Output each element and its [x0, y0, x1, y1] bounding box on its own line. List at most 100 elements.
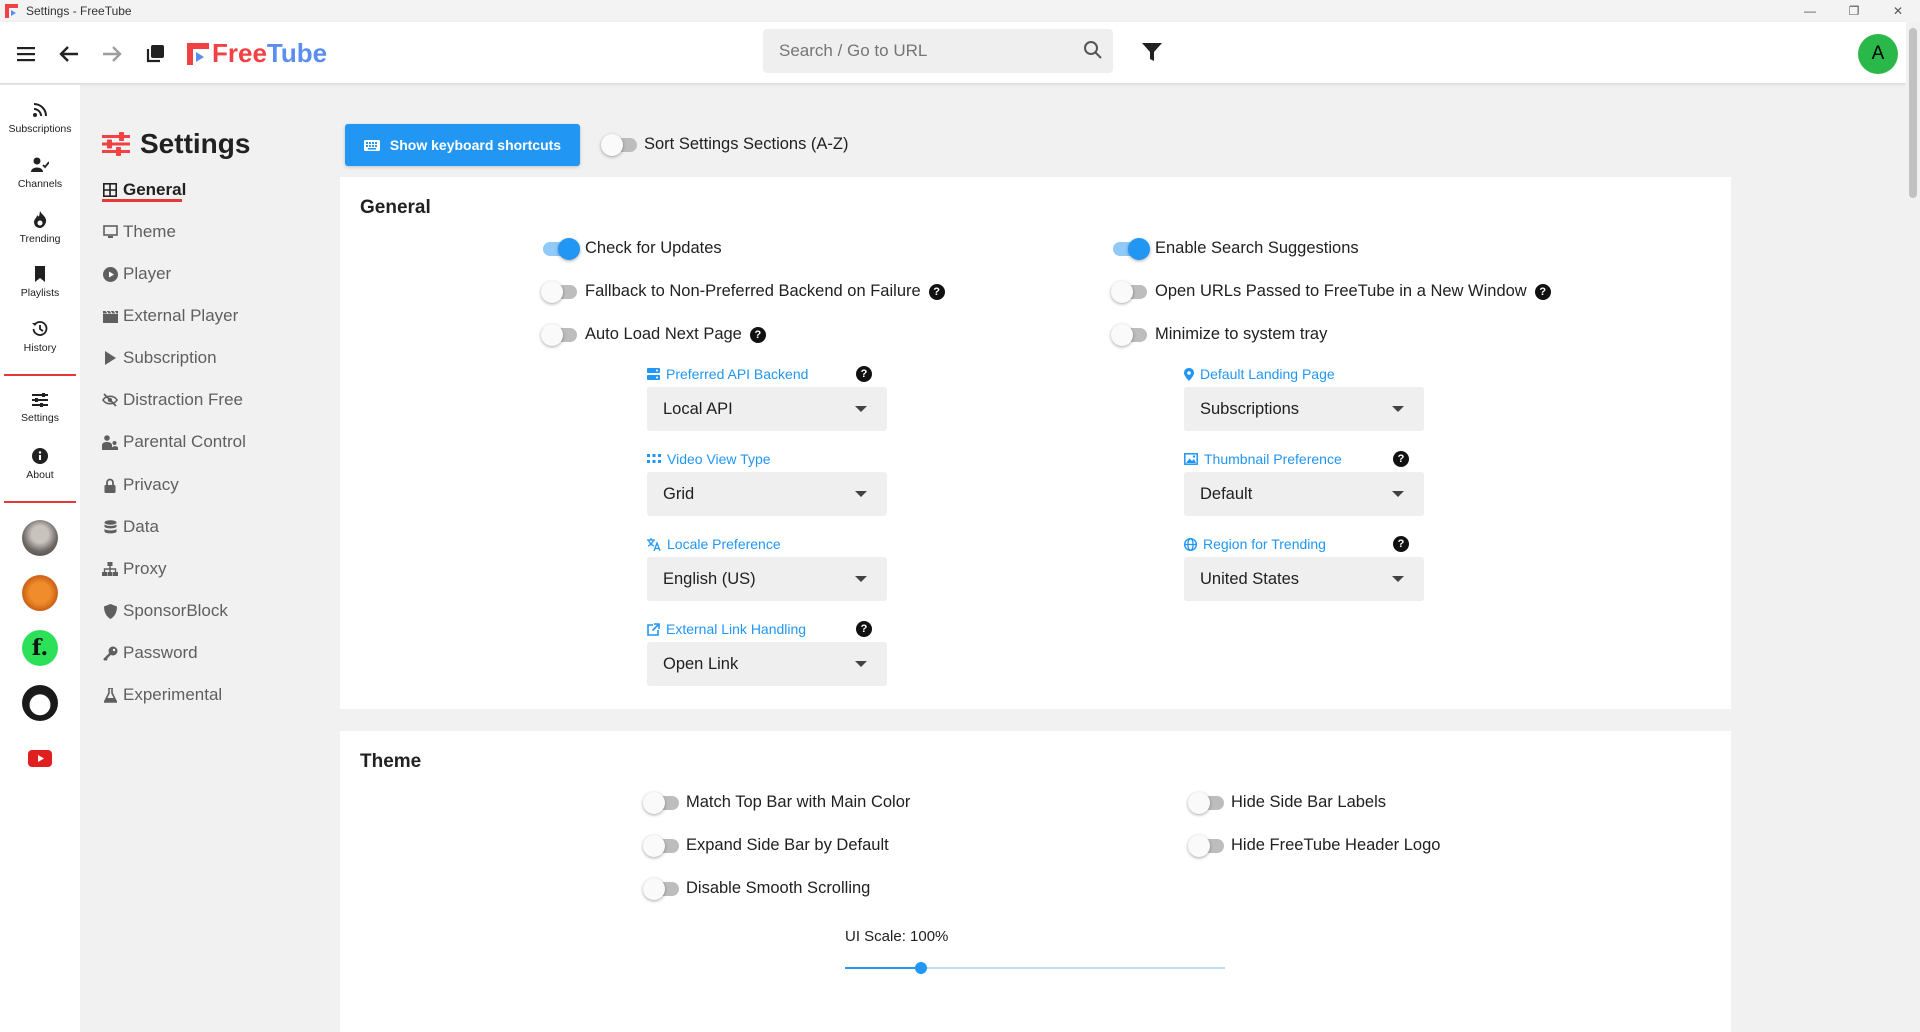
- check-for-updates-toggle[interactable]: [543, 238, 580, 260]
- active-section-underline: [102, 199, 182, 202]
- channel-avatar[interactable]: [22, 575, 58, 611]
- window-title: Settings - FreeTube: [26, 4, 132, 18]
- auto-load-next-page-toggle[interactable]: [541, 324, 577, 346]
- filter-icon[interactable]: [1140, 40, 1164, 64]
- settings-menu-theme[interactable]: Theme: [102, 220, 176, 244]
- chevron-down-icon: [1392, 406, 1404, 412]
- sidebar-divider: [4, 374, 76, 376]
- disable-smooth-scrolling-label: Disable Smooth Scrolling: [686, 879, 871, 897]
- fallback-backend-label: Fallback to Non-Preferred Backend on Fai…: [585, 282, 945, 301]
- settings-sliders-icon: [102, 132, 130, 156]
- toggle-knob: [1111, 281, 1133, 303]
- help-icon[interactable]: ?: [1393, 536, 1409, 552]
- sidebar-item-about[interactable]: About: [0, 448, 80, 500]
- page-scrollbar[interactable]: [1906, 22, 1920, 1032]
- thumbnail-preference-select[interactable]: Default: [1184, 472, 1424, 516]
- general-section-title: General: [360, 197, 431, 218]
- new-window-icon[interactable]: [141, 40, 169, 68]
- rss-icon: [33, 103, 47, 117]
- hide-side-bar-labels-toggle[interactable]: [1188, 792, 1224, 814]
- sort-sections-toggle[interactable]: [601, 134, 637, 156]
- show-keyboard-shortcuts-button[interactable]: Show keyboard shortcuts: [345, 124, 580, 166]
- network-icon: [102, 561, 118, 577]
- settings-menu-proxy[interactable]: Proxy: [102, 557, 166, 581]
- default-landing-page-select[interactable]: Subscriptions: [1184, 387, 1424, 431]
- help-icon[interactable]: ?: [1393, 451, 1409, 467]
- clapperboard-icon: [102, 308, 118, 324]
- channel-avatar[interactable]: [22, 520, 58, 556]
- search-placeholder: Search / Go to URL: [779, 41, 928, 60]
- sidebar-item-channels[interactable]: Channels: [0, 157, 80, 209]
- sidebar-item-playlists[interactable]: Playlists: [0, 266, 80, 318]
- flask-icon: [102, 687, 118, 703]
- sidebar-item-subscriptions[interactable]: Subscriptions: [0, 102, 80, 154]
- help-icon[interactable]: ?: [856, 366, 872, 382]
- minimize-icon[interactable]: —: [1788, 0, 1832, 22]
- select-value: Grid: [663, 484, 695, 503]
- video-view-type-select[interactable]: Grid: [647, 472, 887, 516]
- hide-header-logo-toggle[interactable]: [1188, 835, 1224, 857]
- settings-menu-sponsorblock[interactable]: SponsorBlock: [102, 599, 228, 623]
- settings-menu-password[interactable]: Password: [102, 641, 198, 665]
- sort-sections-label: Sort Settings Sections (A-Z): [644, 135, 849, 153]
- window-titlebar: Settings - FreeTube — ❐ ✕: [0, 0, 1920, 22]
- settings-menu-data[interactable]: Data: [102, 515, 159, 539]
- forward-arrow-icon[interactable]: [98, 40, 126, 68]
- user-check-icon: [31, 157, 49, 172]
- disable-smooth-scrolling-toggle[interactable]: [643, 878, 679, 900]
- region-for-trending-select[interactable]: United States: [1184, 557, 1424, 601]
- settings-menu-parental-control[interactable]: Parental Control: [102, 430, 246, 454]
- settings-menu-distraction-free[interactable]: Distraction Free: [102, 388, 243, 412]
- settings-menu-subscription[interactable]: Subscription: [102, 346, 217, 370]
- video-view-type-text: Video View Type: [667, 451, 771, 467]
- settings-menu-experimental[interactable]: Experimental: [102, 683, 222, 707]
- ui-scale-slider[interactable]: [845, 962, 1225, 974]
- match-top-bar-toggle[interactable]: [643, 792, 679, 814]
- back-arrow-icon[interactable]: [55, 40, 83, 68]
- help-icon[interactable]: ?: [1534, 283, 1551, 300]
- sidebar-item-settings[interactable]: Settings: [0, 393, 80, 445]
- close-icon[interactable]: ✕: [1876, 0, 1920, 22]
- select-value: United States: [1200, 569, 1300, 588]
- freetube-logo[interactable]: Free Tube: [186, 38, 327, 69]
- select-value: Subscriptions: [1200, 399, 1300, 418]
- sidebar-item-trending[interactable]: Trending: [0, 211, 80, 263]
- restore-icon[interactable]: ❐: [1832, 0, 1876, 22]
- settings-menu-privacy[interactable]: Privacy: [102, 473, 179, 497]
- expand-side-bar-toggle[interactable]: [643, 835, 679, 857]
- help-icon[interactable]: ?: [749, 326, 766, 343]
- match-top-bar-label: Match Top Bar with Main Color: [686, 793, 911, 811]
- open-urls-new-window-toggle[interactable]: [1111, 281, 1147, 303]
- enable-search-suggestions-toggle[interactable]: [1113, 238, 1150, 260]
- help-icon[interactable]: ?: [928, 283, 945, 300]
- play-icon: [102, 350, 118, 366]
- sidebar-item-history[interactable]: History: [0, 321, 80, 373]
- fallback-backend-toggle[interactable]: [541, 281, 577, 303]
- chevron-down-icon: [1392, 491, 1404, 497]
- globe-icon: [1184, 537, 1197, 551]
- settings-menu-player[interactable]: Player: [102, 262, 171, 286]
- search-icon[interactable]: [1083, 40, 1103, 60]
- settings-menu-external-player[interactable]: External Player: [102, 304, 238, 328]
- select-value: Open Link: [663, 654, 739, 673]
- locale-preference-select[interactable]: English (US): [647, 557, 887, 601]
- select-value: Local API: [663, 399, 733, 418]
- toggle-knob: [541, 281, 563, 303]
- help-icon[interactable]: ?: [856, 621, 872, 637]
- ui-scale-slider-thumb[interactable]: [915, 962, 927, 974]
- hamburger-menu-icon[interactable]: [12, 40, 40, 68]
- scrollbar-thumb[interactable]: [1909, 28, 1917, 198]
- lock-icon: [102, 477, 118, 493]
- external-link-handling-select[interactable]: Open Link: [647, 642, 887, 686]
- open-urls-new-window-text: Open URLs Passed to FreeTube in a New Wi…: [1155, 282, 1527, 300]
- search-input[interactable]: Search / Go to URL: [763, 29, 1113, 73]
- channel-avatar[interactable]: [22, 740, 58, 776]
- channel-avatar[interactable]: f.: [22, 630, 58, 666]
- settings-menu-label: Proxy: [123, 559, 167, 578]
- minimize-to-tray-toggle[interactable]: [1111, 324, 1147, 346]
- profile-avatar[interactable]: A: [1858, 34, 1898, 74]
- channel-avatar[interactable]: [22, 685, 58, 721]
- preferred-api-backend-select[interactable]: Local API: [647, 387, 887, 431]
- show-keyboard-shortcuts-label: Show keyboard shortcuts: [389, 137, 562, 153]
- eye-slash-icon: [102, 392, 118, 408]
